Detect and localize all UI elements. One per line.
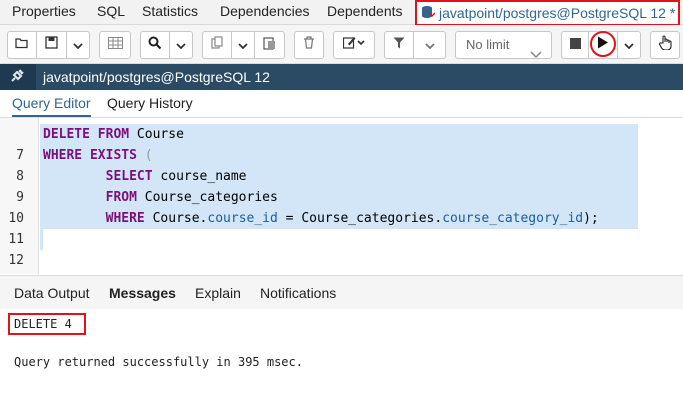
- copy-button[interactable]: [202, 31, 232, 59]
- query-toolbar: No limit: [0, 25, 683, 64]
- filter-options-dropdown[interactable]: [414, 31, 446, 59]
- tab-explain[interactable]: Explain: [195, 276, 241, 310]
- tab-query-tool[interactable]: javatpoint/postgres@PostgreSQL 12 *: [415, 0, 680, 26]
- tab-dependents[interactable]: Dependents: [327, 0, 403, 24]
- connection-status[interactable]: [0, 64, 36, 90]
- chevron-down-icon: [624, 36, 634, 54]
- paste-button[interactable]: [255, 31, 285, 59]
- connection-label: javatpoint/postgres@PostgreSQL 12: [43, 69, 270, 85]
- status-message: Query returned successfully in 395 msec.: [14, 355, 303, 369]
- stop-button[interactable]: [561, 31, 589, 59]
- line-number: 12: [8, 253, 24, 268]
- tab-notifications[interactable]: Notifications: [260, 276, 336, 310]
- tab-dependencies[interactable]: Dependencies: [220, 0, 310, 24]
- delete-icon: [303, 36, 315, 54]
- tab-query-history[interactable]: Query History: [107, 90, 193, 117]
- code-line: 10 FROM Course_categories: [0, 187, 683, 226]
- plug-icon: [9, 66, 27, 89]
- result-highlight: [8, 313, 86, 335]
- grid-icon: [107, 36, 123, 54]
- hand-icon: [658, 35, 672, 55]
- save-button[interactable]: [37, 31, 67, 59]
- messages-panel: DELETE 4 Query returned successfully in …: [0, 309, 683, 400]
- edit-data-button[interactable]: [99, 31, 131, 59]
- code-line: 7 DELETE FROM Course: [0, 124, 683, 163]
- result-tab-bar: Data Output Messages Explain Notificatio…: [0, 275, 683, 310]
- edit-options-button[interactable]: [333, 31, 375, 59]
- find-options-dropdown[interactable]: [170, 31, 193, 59]
- open-folder-icon: [15, 36, 29, 54]
- code-line: 12: [0, 229, 683, 268]
- editor-tab-bar: Query Editor Query History: [0, 90, 683, 118]
- tab-properties[interactable]: Properties: [12, 0, 76, 24]
- database-icon: [421, 3, 436, 26]
- tab-data-output[interactable]: Data Output: [14, 276, 90, 310]
- delete-button[interactable]: [294, 31, 324, 59]
- execute-icon: [597, 36, 609, 54]
- chevron-down-icon: [176, 36, 186, 54]
- code-line: 8 WHERE EXISTS (: [0, 145, 683, 184]
- chevron-down-icon: [424, 36, 435, 54]
- sql-editor[interactable]: 7 DELETE FROM Course 8 WHERE EXISTS ( 9 …: [0, 118, 683, 274]
- paste-icon: [263, 36, 276, 55]
- execute-button[interactable]: [589, 31, 618, 59]
- code-line: 11 WHERE Course.course_id = Course_categ…: [0, 208, 683, 247]
- chevron-down-icon: [238, 36, 248, 54]
- open-file-button[interactable]: [7, 31, 37, 59]
- connection-bar: javatpoint/postgres@PostgreSQL 12: [0, 64, 683, 90]
- code-line: 9 SELECT course_name: [0, 166, 683, 205]
- filter-button[interactable]: [384, 31, 414, 59]
- tab-messages[interactable]: Messages: [109, 276, 176, 310]
- filter-icon: [393, 36, 405, 54]
- stop-icon: [569, 36, 581, 54]
- macros-button[interactable]: [650, 31, 680, 59]
- panel-tab-bar: Properties SQL Statistics Dependencies D…: [0, 0, 683, 26]
- save-icon: [45, 36, 58, 54]
- search-icon: [148, 36, 162, 55]
- row-limit-select[interactable]: No limit: [455, 31, 552, 59]
- tab-query-editor[interactable]: Query Editor: [12, 90, 91, 117]
- row-limit-value: No limit: [466, 37, 510, 52]
- copy-options-dropdown[interactable]: [232, 31, 255, 59]
- tab-query-tool-label: javatpoint/postgres@PostgreSQL 12 *: [439, 5, 676, 21]
- copy-icon: [210, 36, 224, 54]
- execute-options-dropdown[interactable]: [618, 31, 641, 59]
- chevron-down-icon: [73, 36, 83, 54]
- edit-icon: [342, 36, 365, 54]
- tab-statistics[interactable]: Statistics: [142, 0, 198, 24]
- save-options-dropdown[interactable]: [67, 31, 90, 59]
- tab-sql[interactable]: SQL: [97, 0, 125, 24]
- find-button[interactable]: [140, 31, 170, 59]
